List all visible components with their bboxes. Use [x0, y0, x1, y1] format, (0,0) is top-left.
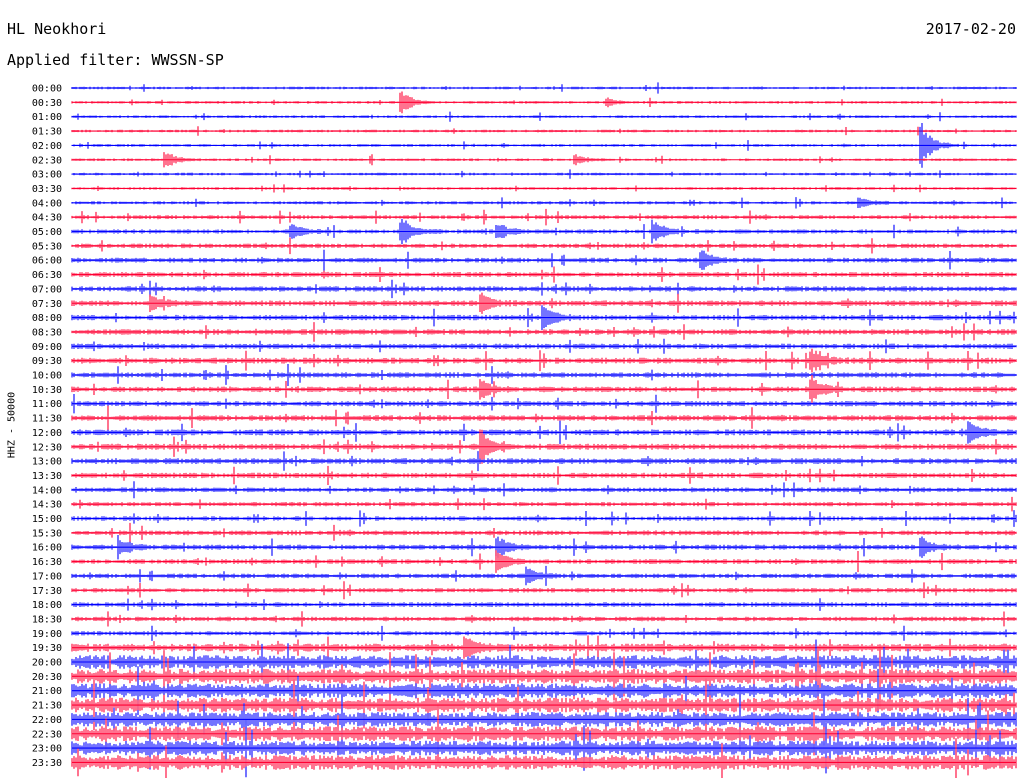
trace-row — [71, 279, 1017, 299]
time-label: 07:00 — [32, 284, 62, 295]
trace-row — [71, 374, 1017, 404]
trace-row — [71, 405, 1017, 431]
time-label: 00:30 — [32, 98, 62, 109]
time-label: 16:00 — [32, 543, 62, 554]
time-label: 04:30 — [32, 213, 62, 224]
time-label: 02:30 — [32, 155, 62, 166]
time-label: 10:00 — [32, 371, 62, 382]
time-label: 21:00 — [32, 686, 62, 697]
trace-row — [71, 305, 1017, 330]
trace-row — [71, 565, 1017, 586]
trace-row — [71, 208, 1017, 226]
trace-row — [71, 451, 1017, 472]
trace-row — [71, 481, 1017, 499]
time-label: 12:00 — [32, 428, 62, 439]
trace-row — [71, 465, 1017, 485]
time-label: 06:30 — [32, 270, 62, 281]
time-label: 03:30 — [32, 184, 62, 195]
time-label: 22:00 — [32, 715, 62, 726]
time-label: 10:30 — [32, 385, 62, 396]
time-label: 11:30 — [32, 414, 62, 425]
time-label: 04:00 — [32, 198, 62, 209]
time-label: 08:30 — [32, 327, 62, 338]
trace-row — [71, 646, 1017, 707]
trace-row — [71, 264, 1017, 285]
time-label: 20:30 — [32, 672, 62, 683]
trace-row — [71, 535, 1017, 560]
time-label: 15:00 — [32, 514, 62, 525]
time-label: 19:00 — [32, 629, 62, 640]
time-label: 09:30 — [32, 356, 62, 367]
time-label: 03:00 — [32, 170, 62, 181]
time-label: 07:30 — [32, 299, 62, 310]
time-label: 08:00 — [32, 313, 62, 324]
trace-row — [71, 184, 1017, 193]
trace-row — [71, 550, 1017, 573]
time-label: 21:30 — [32, 701, 62, 712]
time-label: 19:30 — [32, 643, 62, 654]
trace-row — [71, 111, 1017, 122]
trace-row — [71, 420, 1017, 444]
trace-row — [71, 611, 1017, 627]
trace-row — [71, 82, 1017, 94]
time-label: 17:00 — [32, 571, 62, 582]
time-label: 05:00 — [32, 227, 62, 238]
time-label: 06:00 — [32, 256, 62, 267]
time-label: 20:00 — [32, 658, 62, 669]
trace-row — [71, 348, 1017, 373]
time-label: 14:00 — [32, 485, 62, 496]
trace-row — [71, 598, 1017, 611]
trace-row — [71, 581, 1017, 600]
trace-row — [71, 152, 1017, 168]
time-label: 14:30 — [32, 500, 62, 511]
time-label: 15:30 — [32, 528, 62, 539]
trace-row — [71, 197, 1017, 209]
trace-row — [71, 522, 1017, 543]
time-label: 18:00 — [32, 600, 62, 611]
trace-row — [71, 625, 1017, 641]
time-label: 02:00 — [32, 141, 62, 152]
trace-row — [71, 249, 1017, 271]
trace-row — [71, 91, 1017, 114]
time-label: 11:00 — [32, 399, 62, 410]
time-label: 13:30 — [32, 471, 62, 482]
time-label: 01:30 — [32, 127, 62, 138]
time-label: 09:00 — [32, 342, 62, 353]
trace-row — [71, 338, 1017, 354]
time-label: 16:30 — [32, 557, 62, 568]
time-label: 00:00 — [32, 84, 62, 95]
time-label: 12:30 — [32, 442, 62, 453]
trace-row — [71, 510, 1017, 527]
time-label: 23:30 — [32, 758, 62, 769]
time-label: 22:30 — [32, 729, 62, 740]
trace-row — [71, 237, 1017, 255]
trace-row — [71, 719, 1017, 778]
time-label: 13:00 — [32, 457, 62, 468]
time-label: 05:30 — [32, 241, 62, 252]
seismogram-plot: 00:00 00:30 01:00 01:30 02:00 02:30 03:00 03:30… — [32, 82, 1017, 778]
trace-row — [71, 126, 1017, 136]
trace-row — [71, 394, 1017, 414]
time-label: 18:30 — [32, 614, 62, 625]
trace-group — [71, 82, 1017, 778]
time-label: 17:30 — [32, 586, 62, 597]
trace-row — [71, 218, 1017, 245]
time-label: 23:00 — [32, 744, 62, 755]
trace-row — [71, 496, 1017, 512]
time-label-group: 00:00 00:30 01:00 01:30 02:00 02:30 03:00 03:30… — [32, 84, 62, 769]
time-label: 01:00 — [32, 112, 62, 123]
trace-row — [71, 169, 1017, 179]
